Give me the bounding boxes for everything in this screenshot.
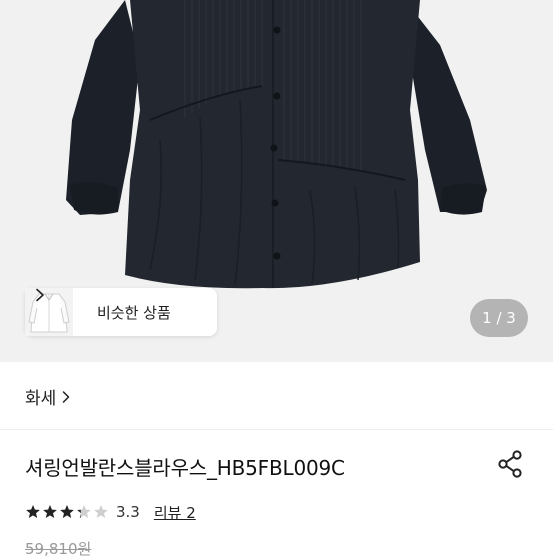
brand-section: 화세 [0,362,553,430]
star-icon [77,505,91,518]
similar-product-thumbnail [25,288,73,336]
share-icon[interactable] [495,449,525,479]
chevron-right-icon [36,288,44,302]
image-page-indicator: 1 / 3 [470,299,528,337]
star-icon [43,505,57,518]
brand-link[interactable]: 화세 [25,384,70,409]
original-price: 59,810원 [25,540,92,558]
product-image-gallery[interactable]: 비슷한 상품 1 / 3 [0,0,553,362]
chevron-right-icon [63,390,70,403]
product-title: 셔링언발란스블라우스_HB5FBL009C [25,456,345,480]
star-icon [94,505,108,518]
star-icon [26,505,40,518]
star-icon [60,505,74,518]
similar-products-label: 비슷한 상품 [97,303,171,322]
rating-value: 3.3 [116,503,140,521]
review-count-link[interactable]: 리뷰 2 [154,502,196,523]
rating-row: 3.3 리뷰 2 [25,501,196,523]
rating-stars [25,504,110,520]
similar-products-button[interactable]: 비슷한 상품 [25,288,217,336]
brand-name: 화세 [25,389,57,409]
